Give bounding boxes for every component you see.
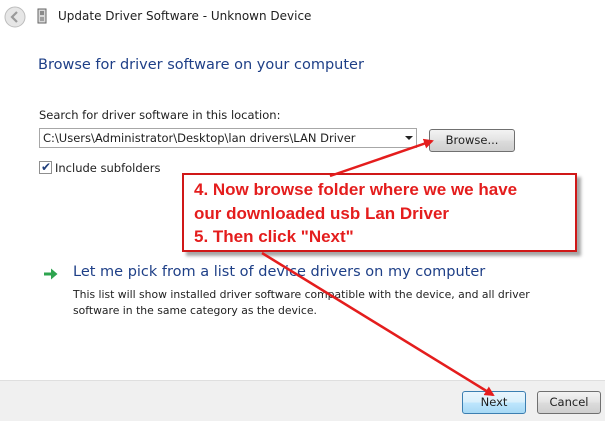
page-heading: Browse for driver software on your compu… bbox=[38, 57, 364, 73]
cancel-button[interactable]: Cancel bbox=[537, 391, 601, 414]
pick-from-list-link[interactable]: Let me pick from a list of device driver… bbox=[73, 264, 485, 280]
back-arrow-icon[interactable] bbox=[4, 6, 26, 28]
next-button[interactable]: Next bbox=[462, 391, 526, 414]
path-combobox[interactable]: C:\Users\Administrator\Desktop\lan drive… bbox=[39, 128, 417, 148]
window-title: Update Driver Software - Unknown Device bbox=[58, 9, 312, 23]
path-value: C:\Users\Administrator\Desktop\lan drive… bbox=[43, 131, 356, 145]
title-bar: Update Driver Software - Unknown Device bbox=[0, 0, 605, 34]
green-arrow-icon bbox=[44, 268, 58, 280]
pick-from-list-description: This list will show installed driver sof… bbox=[73, 288, 530, 317]
annotation-callout: 4. Now browse folder where we we have ou… bbox=[182, 173, 577, 252]
search-location-label: Search for driver software in this locat… bbox=[39, 108, 281, 122]
include-subfolders-checkbox[interactable]: ✔ bbox=[39, 160, 52, 174]
annotation-line-1: 4. Now browse folder where we we have bbox=[194, 180, 518, 199]
chevron-down-icon[interactable] bbox=[405, 136, 413, 140]
include-subfolders-label: Include subfolders bbox=[55, 161, 161, 175]
checkmark-icon: ✔ bbox=[41, 160, 52, 174]
device-icon bbox=[37, 8, 47, 24]
annotation-line-3: 5. Then click "Next" bbox=[194, 227, 354, 246]
browse-button[interactable]: Browse... bbox=[429, 129, 515, 152]
annotation-line-2: our downloaded usb Lan Driver bbox=[194, 204, 450, 223]
